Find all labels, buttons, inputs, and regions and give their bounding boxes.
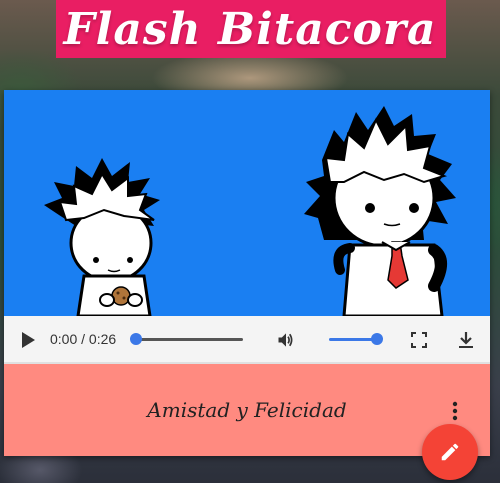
- card-info: Amistad y Felicidad: [4, 364, 490, 456]
- cartoon-boy-large: [304, 106, 456, 316]
- cartoon-boy-small: [44, 158, 160, 316]
- download-button[interactable]: [454, 328, 478, 352]
- video-player[interactable]: [4, 90, 490, 316]
- fullscreen-icon: [411, 332, 427, 348]
- video-card: 0:00 / 0:26 Amistad y Felicidad: [4, 90, 490, 456]
- edit-fab-button[interactable]: [422, 424, 478, 480]
- card-title: Amistad y Felicidad: [147, 398, 347, 422]
- play-icon: [22, 332, 35, 348]
- video-controls: 0:00 / 0:26: [4, 316, 490, 364]
- pencil-icon: [441, 443, 459, 461]
- app-title: Flash Bitacora: [63, 3, 437, 55]
- app-header: Flash Bitacora: [0, 0, 500, 58]
- more-vert-icon: [452, 401, 458, 421]
- video-frame-illustration: [44, 106, 456, 316]
- play-button[interactable]: [16, 328, 40, 352]
- volume-track[interactable]: [329, 338, 377, 341]
- progress-thumb[interactable]: [130, 333, 142, 345]
- volume-button[interactable]: [274, 328, 298, 352]
- volume-thumb[interactable]: [371, 333, 383, 345]
- progress-track[interactable]: [135, 338, 243, 341]
- download-icon: [459, 332, 473, 348]
- fullscreen-button[interactable]: [407, 328, 431, 352]
- more-options-button[interactable]: [445, 400, 465, 422]
- volume-icon: [278, 333, 293, 347]
- time-display: 0:00 / 0:26: [50, 331, 117, 347]
